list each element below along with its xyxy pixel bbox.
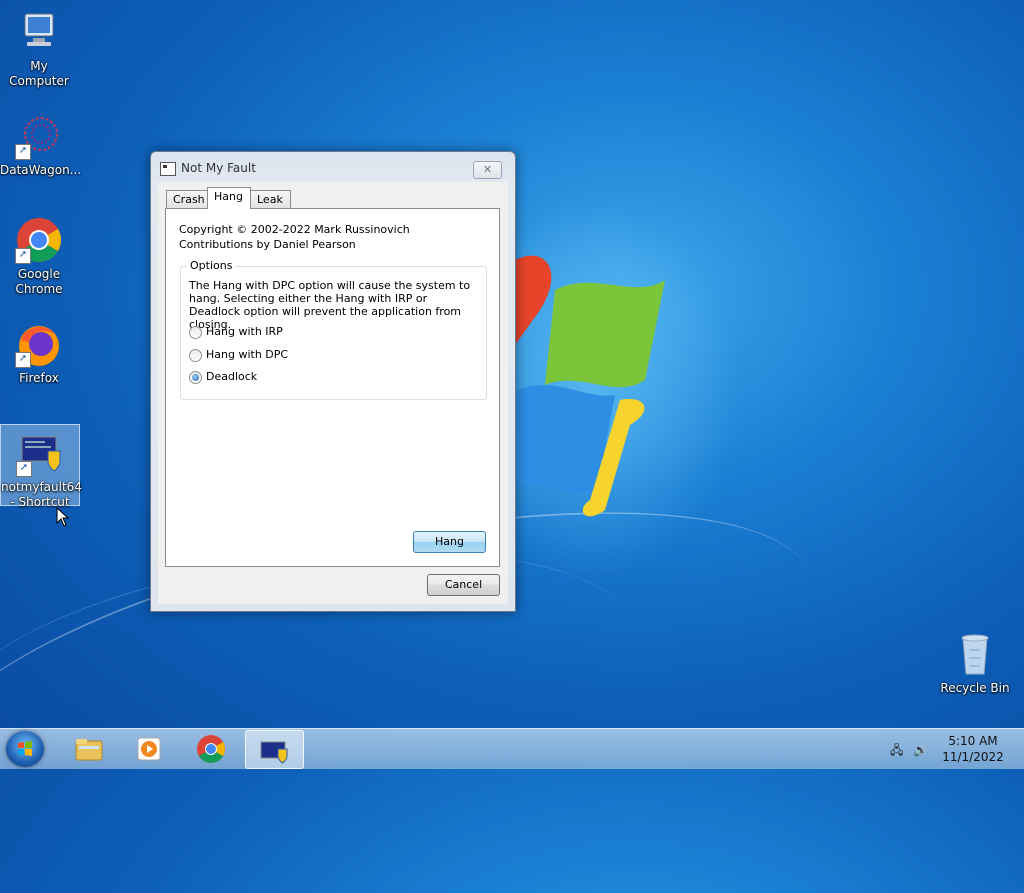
- shortcut-arrow-icon: ➚: [16, 461, 32, 477]
- desktop-icon-recycle-bin[interactable]: Recycle Bin: [936, 630, 1014, 696]
- radio-label: Deadlock: [206, 370, 258, 383]
- notmyfault-icon: ➚: [16, 429, 64, 477]
- options-legend: Options: [187, 259, 236, 272]
- hang-tab-panel: Copyright © 2002-2022 Mark Russinovich C…: [165, 208, 500, 567]
- clock-date: 11/1/2022: [942, 750, 1004, 764]
- radio-button-icon[interactable]: [189, 348, 202, 362]
- taskbar-notmyfault[interactable]: [245, 730, 304, 769]
- folder-icon: [75, 739, 103, 761]
- notmyfault-icon: [260, 741, 288, 764]
- media-player-icon: [137, 737, 161, 761]
- taskbar: 🖧 🔊 5:10 AM 11/1/2022: [0, 728, 1024, 769]
- computer-icon: [15, 8, 63, 56]
- desktop-icon-notmyfault-shortcut[interactable]: ➚ notmyfault64 - Shortcut: [0, 424, 82, 509]
- radio-deadlock[interactable]: Deadlock: [189, 370, 257, 384]
- radio-label: Hang with IRP: [206, 325, 283, 338]
- datawagon-icon: ➚: [15, 112, 63, 160]
- windows-logo-wallpaper: [505, 255, 665, 517]
- radio-label: Hang with DPC: [206, 348, 289, 361]
- volume-icon[interactable]: 🔊: [913, 743, 928, 757]
- radio-button-icon[interactable]: [189, 325, 202, 339]
- tab-hang[interactable]: Hang: [207, 187, 251, 209]
- desktop-icon-google-chrome[interactable]: ➚ Google Chrome: [0, 216, 78, 297]
- taskbar-explorer[interactable]: [61, 730, 118, 767]
- desktop-icon-datawagon[interactable]: ➚ DataWagon...: [0, 112, 82, 178]
- contributions-line: Contributions by Daniel Pearson: [179, 238, 356, 251]
- shortcut-arrow-icon: ➚: [15, 144, 31, 160]
- dialog-title: Not My Fault: [181, 161, 256, 175]
- copyright-line: Copyright © 2002-2022 Mark Russinovich: [179, 223, 410, 236]
- clock-time: 5:10 AM: [948, 734, 998, 748]
- shortcut-arrow-icon: ➚: [15, 248, 31, 264]
- close-button[interactable]: ✕: [473, 161, 502, 179]
- system-tray: 🖧 🔊: [890, 741, 928, 762]
- recycle-bin-icon: [951, 630, 999, 678]
- tab-leak[interactable]: Leak: [250, 190, 291, 209]
- options-groupbox: Options The Hang with DPC option will ca…: [180, 259, 487, 400]
- dialog-client: Crash Hang Leak Copyright © 2002-2022 Ma…: [158, 182, 508, 604]
- app-window-icon: [160, 162, 176, 176]
- desktop-icon-label: Recycle Bin: [940, 681, 1010, 695]
- chrome-icon: [197, 735, 225, 763]
- tab-crash[interactable]: Crash: [166, 190, 210, 209]
- options-description: The Hang with DPC option will cause the …: [189, 279, 471, 331]
- firefox-icon: ➚: [15, 320, 63, 368]
- network-icon[interactable]: 🖧: [890, 743, 903, 757]
- hang-button[interactable]: Hang: [413, 531, 486, 553]
- copyright-text: Copyright © 2002-2022 Mark Russinovich C…: [179, 222, 410, 252]
- shortcut-arrow-icon: ➚: [15, 352, 31, 368]
- mouse-cursor-icon: [56, 507, 70, 527]
- desktop-icon-label: My Computer: [9, 59, 69, 88]
- desktop-icon-label: notmyfault64 - Shortcut: [1, 480, 82, 509]
- desktop-icon-label: Firefox: [19, 371, 59, 385]
- desktop-icon-my-computer[interactable]: My Computer: [0, 8, 78, 89]
- notmyfault-dialog: Not My Fault ✕ Crash Hang Leak Copyright…: [150, 151, 516, 612]
- chrome-icon: ➚: [15, 216, 63, 264]
- taskbar-clock[interactable]: 5:10 AM 11/1/2022: [936, 733, 1010, 765]
- desktop-icon-label: DataWagon...: [0, 163, 82, 177]
- radio-hang-with-irp[interactable]: Hang with IRP: [189, 325, 283, 339]
- taskbar-media-player[interactable]: [122, 730, 179, 767]
- cancel-button[interactable]: Cancel: [427, 574, 500, 596]
- dialog-titlebar[interactable]: Not My Fault ✕: [151, 152, 515, 182]
- radio-button-selected-icon[interactable]: [189, 370, 202, 384]
- desktop-icon-firefox[interactable]: ➚ Firefox: [0, 320, 78, 386]
- taskbar-chrome[interactable]: [183, 730, 240, 767]
- windows-flag-icon: [18, 741, 32, 756]
- radio-hang-with-dpc[interactable]: Hang with DPC: [189, 348, 288, 362]
- start-button[interactable]: [6, 731, 44, 767]
- desktop-icon-label: Google Chrome: [15, 267, 63, 296]
